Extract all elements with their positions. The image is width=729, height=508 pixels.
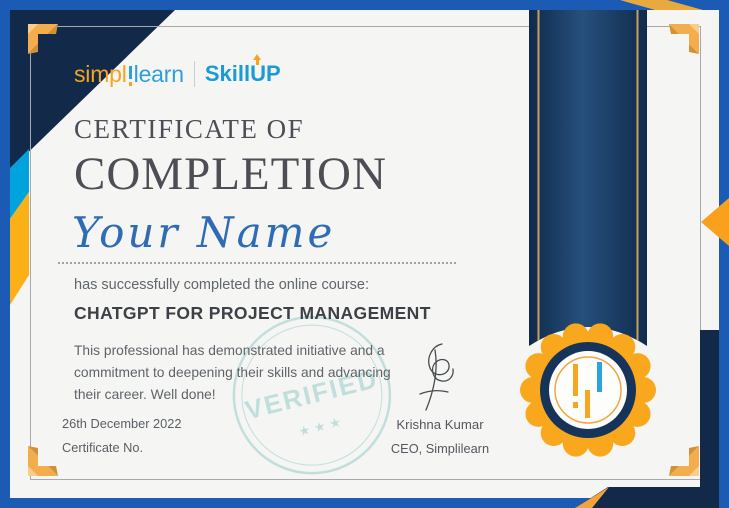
certificate-page: VERIFIED ★ ★ ★	[0, 0, 729, 508]
award-badge	[513, 315, 663, 465]
